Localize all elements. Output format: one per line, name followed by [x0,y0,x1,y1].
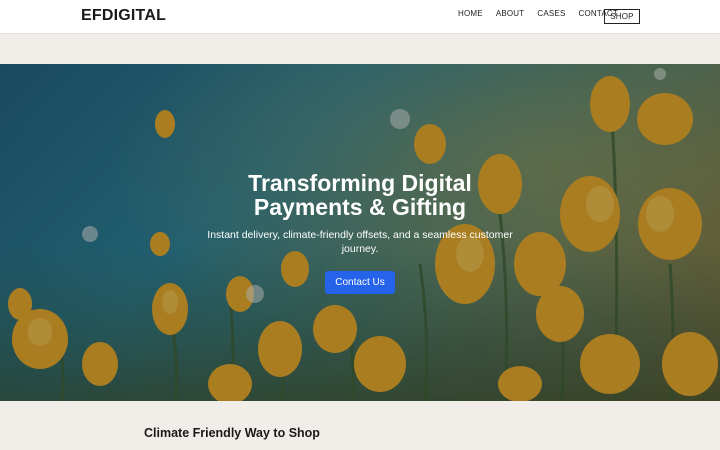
section-title: Climate Friendly Way to Shop [144,426,320,440]
nav-home[interactable]: HOME [458,9,483,18]
site-logo[interactable]: EFDIGITAL [81,7,166,25]
main-nav: HOME ABOUT CASES CONTACT SHOP [458,8,640,24]
shop-button[interactable]: SHOP [604,8,640,24]
hero-title-line-1: Transforming Digital [248,170,472,196]
site-header: EFDIGITAL HOME ABOUT CASES CONTACT SHOP [0,0,720,34]
hero-section: Transforming Digital Payments & Gifting … [0,64,720,401]
nav-about[interactable]: ABOUT [496,9,525,18]
hero-title-line-2: Payments & Gifting [253,194,467,220]
contact-us-button[interactable]: Contact Us [325,271,395,294]
hero-title: Transforming Digital Payments & Gifting [0,171,720,219]
hero-subtitle: Instant delivery, climate-friendly offse… [207,229,513,255]
nav-cases[interactable]: CASES [537,9,565,18]
